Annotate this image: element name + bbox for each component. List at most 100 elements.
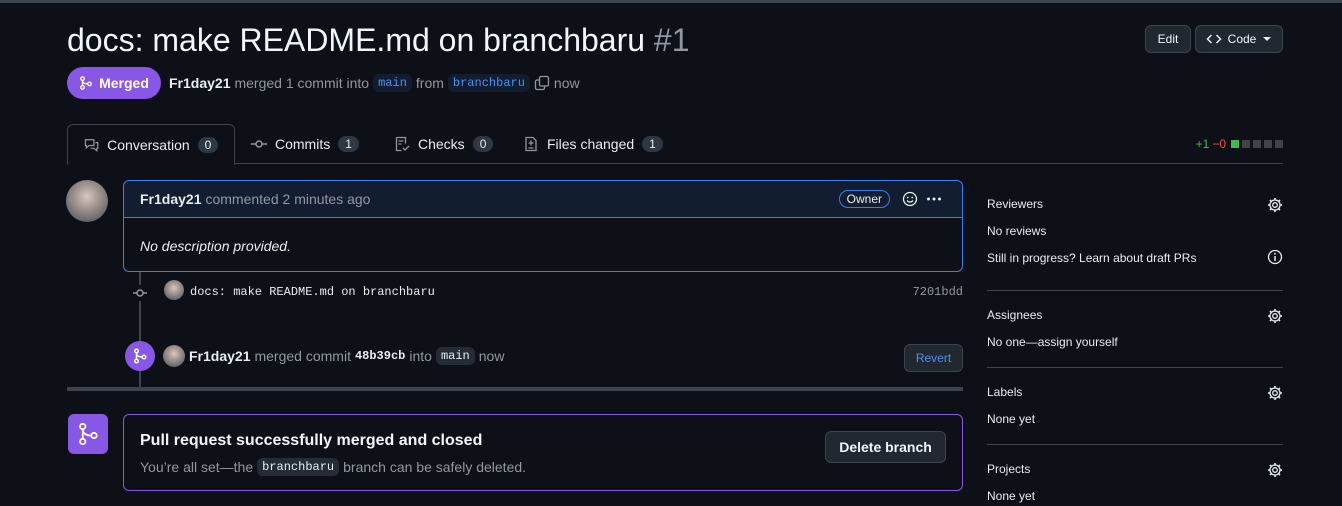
tab-checks[interactable]: Checks 0 <box>378 124 509 164</box>
pr-merged-time: now <box>553 75 580 91</box>
timeline-divider <box>67 387 963 391</box>
diffstat: +1 −0 <box>1196 137 1283 151</box>
tab-checks-label: Checks <box>418 136 465 152</box>
smiley-icon[interactable] <box>902 191 918 207</box>
revert-button-label: Revert <box>915 351 952 365</box>
tab-conversation-label: Conversation <box>107 136 190 153</box>
checklist-icon <box>395 136 410 152</box>
assignees-value[interactable]: No one—assign yourself <box>987 335 1283 349</box>
gear-icon[interactable] <box>1267 462 1283 478</box>
kebab-horizontal-icon[interactable] <box>926 191 942 207</box>
merge-event-badge <box>125 341 155 371</box>
revert-button[interactable]: Revert <box>904 344 963 372</box>
git-merge-icon <box>79 422 98 446</box>
code-button-label: Code <box>1227 32 1257 46</box>
tab-commits[interactable]: Commits 1 <box>235 124 375 164</box>
diffstat-block <box>1242 140 1250 148</box>
sidebar-divider <box>987 290 1283 291</box>
sidebar-divider <box>987 444 1283 445</box>
head-branch-label[interactable]: branchbaru <box>447 74 530 92</box>
tab-conversation[interactable]: Conversation 0 <box>67 124 235 165</box>
git-commit-icon <box>133 289 147 297</box>
tab-files-changed-count: 1 <box>642 136 663 152</box>
pr-title-text: docs: make README.md on branchbaru <box>67 22 646 58</box>
merge-event-text: merged commit <box>254 348 351 364</box>
commit-sha-link[interactable]: 7201bdd <box>913 285 963 299</box>
sidebar-projects: Projects None yet <box>987 462 1283 506</box>
avatar[interactable] <box>163 345 185 367</box>
diffstat-additions: +1 <box>1195 137 1210 151</box>
git-merge-icon <box>80 76 92 90</box>
edit-button-label: Edit <box>1157 32 1179 46</box>
edit-button[interactable]: Edit <box>1145 25 1191 53</box>
merge-target-branch[interactable]: main <box>435 347 475 365</box>
chevron-down-icon <box>1263 37 1272 41</box>
delete-branch-label: Delete branch <box>839 439 932 455</box>
commit-timeline-icon <box>132 285 148 301</box>
git-merge-icon <box>133 348 147 364</box>
comment-header: Fr1day21 commented 2 minutes ago <box>124 181 962 218</box>
tab-commits-count: 1 <box>338 136 359 152</box>
top-border <box>0 0 1342 3</box>
commit-message-link[interactable]: docs: make README.md on branchbaru <box>190 285 435 299</box>
diffstat-block <box>1253 140 1261 148</box>
merge-author-link[interactable]: Fr1day21 <box>189 348 250 364</box>
draft-pr-hint-link[interactable]: Still in progress? Learn about draft PRs <box>987 251 1283 265</box>
merged-status-text-after: branch can be safely deleted. <box>343 459 527 475</box>
projects-value: None yet <box>987 489 1036 503</box>
avatar[interactable] <box>66 180 108 222</box>
comment-author-link[interactable]: Fr1day21 <box>140 191 201 207</box>
reviewers-title[interactable]: Reviewers <box>987 197 1283 211</box>
tab-commits-label: Commits <box>275 136 331 152</box>
owner-badge: Owner <box>838 190 890 208</box>
code-icon <box>1206 34 1222 44</box>
sidebar-divider <box>987 367 1283 368</box>
diffstat-block <box>1231 140 1239 148</box>
merged-state-badge: Merged <box>67 67 161 99</box>
merged-status-text-before: You’re all set—the <box>140 459 254 475</box>
pr-number: #1 <box>653 22 690 58</box>
sidebar-labels: Labels None yet <box>987 385 1283 429</box>
tab-checks-count: 0 <box>472 136 494 152</box>
avatar[interactable] <box>164 280 184 300</box>
pr-author-link[interactable]: Fr1day21 <box>169 75 230 91</box>
file-diff-icon <box>525 136 537 152</box>
gear-icon[interactable] <box>1267 308 1283 324</box>
diffstat-block <box>1264 140 1272 148</box>
projects-title[interactable]: Projects <box>987 462 1283 476</box>
delete-branch-button[interactable]: Delete branch <box>825 431 946 463</box>
merged-status-text: You’re all set—the branchbaru branch can… <box>140 458 526 476</box>
tab-files-changed-label: Files changed <box>547 136 635 152</box>
code-button[interactable]: Code <box>1195 25 1283 53</box>
tab-files-changed[interactable]: Files changed 1 <box>507 124 679 164</box>
pr-merged-text: merged 1 commit into <box>234 75 370 91</box>
gear-icon[interactable] <box>1267 197 1283 213</box>
commit-row: docs: make README.md on branchbaru 7201b… <box>164 280 964 302</box>
labels-title[interactable]: Labels <box>987 385 1283 399</box>
copy-icon[interactable] <box>534 75 550 91</box>
merge-into-text: into <box>409 348 432 364</box>
comment-timestamp[interactable]: commented 2 minutes ago <box>205 191 370 207</box>
merge-event: Fr1day21 merged commit 48b39cb into main… <box>163 345 504 367</box>
diffstat-deletions: −0 <box>1212 137 1226 151</box>
labels-value: None yet <box>987 412 1036 426</box>
merged-state-label: Merged <box>99 75 149 91</box>
assignees-title[interactable]: Assignees <box>987 308 1283 322</box>
info-icon[interactable] <box>1267 249 1283 265</box>
merge-event-time[interactable]: now <box>479 348 505 364</box>
tab-conversation-count: 0 <box>197 136 218 153</box>
sidebar-assignees: Assignees No one—assign yourself <box>987 308 1283 352</box>
merged-branch-label: branchbaru <box>257 458 340 476</box>
base-branch-label[interactable]: main <box>373 74 412 92</box>
merge-commit-sha[interactable]: 48b39cb <box>355 349 405 363</box>
diffstat-block <box>1275 140 1283 148</box>
sidebar-reviewers: Reviewers No reviews Still in progress? … <box>987 197 1283 267</box>
git-commit-icon <box>251 140 267 148</box>
comment-discussion-icon <box>84 138 99 152</box>
merged-status-title: Pull request successfully merged and clo… <box>140 432 483 449</box>
reviewers-value: No reviews <box>987 224 1047 238</box>
gear-icon[interactable] <box>1267 385 1283 401</box>
merged-status-icon <box>68 414 108 454</box>
pr-meta: Fr1day21 merged 1 commit into main from … <box>169 72 580 94</box>
merged-status-box: Pull request successfully merged and clo… <box>123 414 963 491</box>
